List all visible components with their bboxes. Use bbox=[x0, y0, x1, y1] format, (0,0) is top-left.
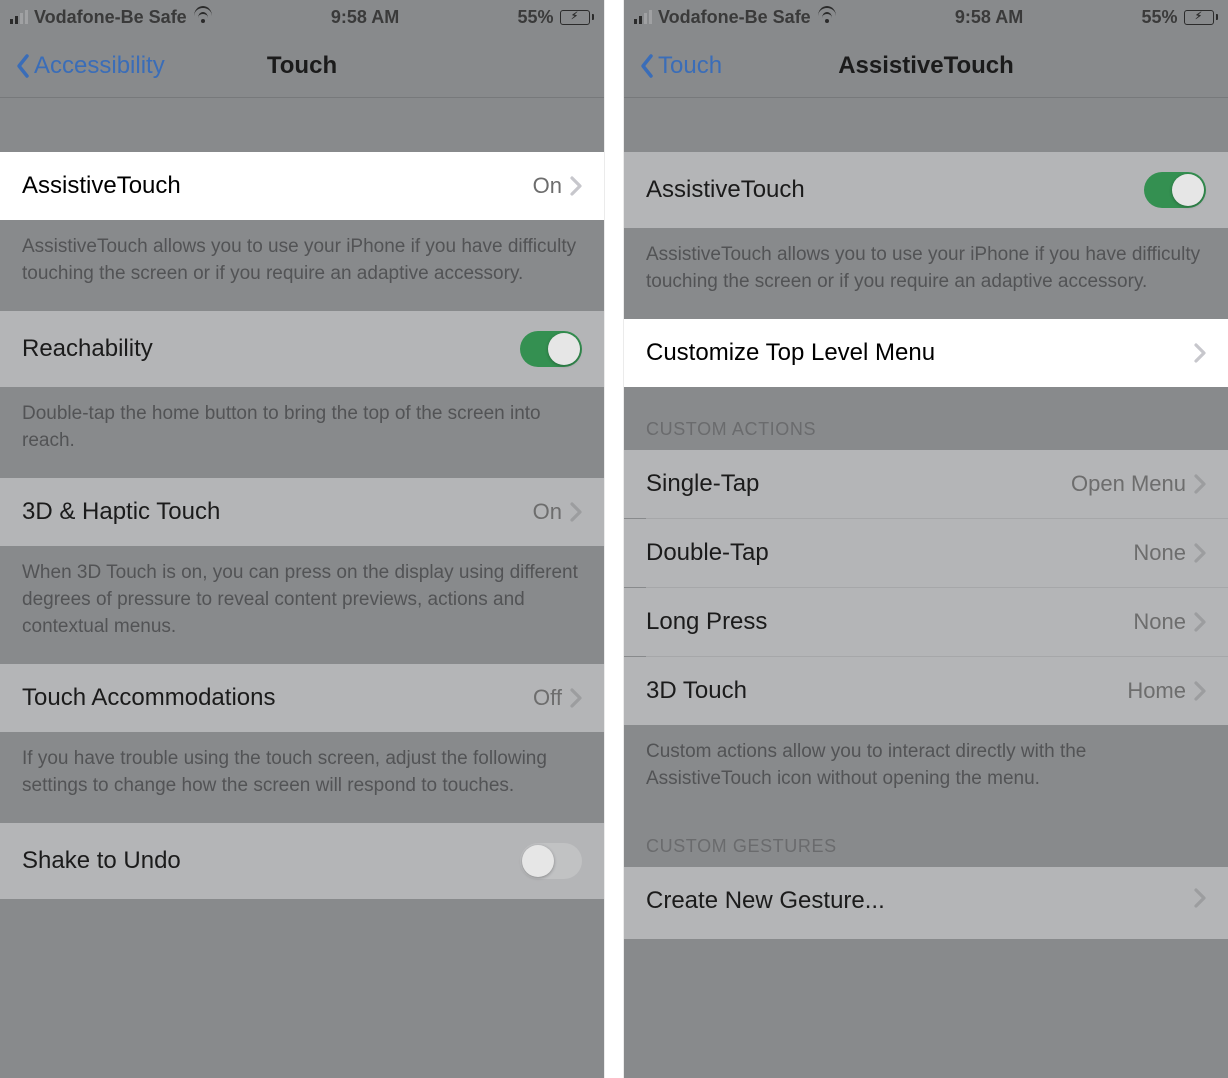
signal-icon bbox=[10, 10, 28, 24]
chevron-right-icon bbox=[1194, 542, 1206, 564]
carrier-label: Vodafone-Be Safe bbox=[658, 7, 811, 28]
clock: 9:58 AM bbox=[955, 7, 1023, 28]
row-shake-to-undo[interactable]: Shake to Undo bbox=[0, 823, 604, 899]
chevron-left-icon bbox=[14, 52, 32, 80]
back-label: Touch bbox=[658, 52, 722, 80]
row-label: Double-Tap bbox=[646, 539, 769, 567]
section-header-custom-actions: CUSTOM ACTIONS bbox=[624, 387, 1228, 450]
row-create-new-gesture[interactable]: Create New Gesture... bbox=[624, 867, 1228, 939]
nav-title: AssistiveTouch bbox=[838, 52, 1014, 80]
wifi-icon bbox=[193, 10, 213, 24]
row-value: None bbox=[1133, 540, 1186, 566]
back-label: Accessibility bbox=[34, 52, 165, 80]
chevron-right-icon bbox=[1194, 887, 1206, 909]
row-double-tap[interactable]: Double-Tap None bbox=[624, 519, 1228, 587]
footer-custom-actions: Custom actions allow you to interact dir… bbox=[624, 725, 1228, 816]
row-reachability[interactable]: Reachability bbox=[0, 311, 604, 387]
chevron-right-icon bbox=[570, 175, 582, 197]
footer-touch-accommodations: If you have trouble using the touch scre… bbox=[0, 732, 604, 823]
row-label: AssistiveTouch bbox=[22, 172, 181, 200]
row-3d-haptic[interactable]: 3D & Haptic Touch On bbox=[0, 478, 604, 546]
row-label: Shake to Undo bbox=[22, 847, 181, 875]
row-value: Off bbox=[533, 685, 562, 711]
carrier-label: Vodafone-Be Safe bbox=[34, 7, 187, 28]
battery-icon: ⚡︎ bbox=[1184, 10, 1219, 25]
nav-title: Touch bbox=[267, 52, 337, 80]
wifi-icon bbox=[817, 10, 837, 24]
nav-bar: Touch AssistiveTouch bbox=[624, 34, 1228, 98]
clock: 9:58 AM bbox=[331, 7, 399, 28]
chevron-right-icon bbox=[1194, 342, 1206, 364]
chevron-right-icon bbox=[1194, 680, 1206, 702]
section-header-custom-gestures: CUSTOM GESTURES bbox=[624, 816, 1228, 867]
battery-icon: ⚡︎ bbox=[560, 10, 595, 25]
shake-toggle[interactable] bbox=[520, 843, 582, 879]
row-value: On bbox=[533, 499, 562, 525]
row-label: Reachability bbox=[22, 335, 153, 363]
chevron-right-icon bbox=[570, 687, 582, 709]
footer-reachability: Double-tap the home button to bring the … bbox=[0, 387, 604, 478]
row-assistivetouch[interactable]: AssistiveTouch On bbox=[0, 152, 604, 220]
row-label: Long Press bbox=[646, 608, 767, 636]
row-assistivetouch-toggle[interactable]: AssistiveTouch bbox=[624, 152, 1228, 228]
chevron-left-icon bbox=[638, 52, 656, 80]
row-label: Touch Accommodations bbox=[22, 684, 275, 712]
signal-icon bbox=[634, 10, 652, 24]
footer-3d-haptic: When 3D Touch is on, you can press on th… bbox=[0, 546, 604, 664]
chevron-right-icon bbox=[570, 501, 582, 523]
row-3d-touch[interactable]: 3D Touch Home bbox=[624, 657, 1228, 725]
status-bar: Vodafone-Be Safe 9:58 AM 55% ⚡︎ bbox=[0, 0, 604, 34]
row-long-press[interactable]: Long Press None bbox=[624, 588, 1228, 656]
assistivetouch-toggle[interactable] bbox=[1144, 172, 1206, 208]
row-value: Open Menu bbox=[1071, 471, 1186, 497]
screenshot-assistivetouch-settings: Vodafone-Be Safe 9:58 AM 55% ⚡︎ Touch As… bbox=[624, 0, 1228, 1078]
battery-percent: 55% bbox=[1141, 7, 1177, 28]
reachability-toggle[interactable] bbox=[520, 331, 582, 367]
row-label: Single-Tap bbox=[646, 470, 759, 498]
row-customize-top-level-menu[interactable]: Customize Top Level Menu bbox=[624, 319, 1228, 387]
row-label: Customize Top Level Menu bbox=[646, 339, 935, 367]
back-button[interactable]: Touch bbox=[638, 52, 722, 80]
row-value: On bbox=[533, 173, 562, 199]
footer-assistivetouch: AssistiveTouch allows you to use your iP… bbox=[0, 220, 604, 311]
status-bar: Vodafone-Be Safe 9:58 AM 55% ⚡︎ bbox=[624, 0, 1228, 34]
chevron-right-icon bbox=[1194, 611, 1206, 633]
row-value: Home bbox=[1127, 678, 1186, 704]
row-single-tap[interactable]: Single-Tap Open Menu bbox=[624, 450, 1228, 518]
nav-bar: Accessibility Touch bbox=[0, 34, 604, 98]
row-label: AssistiveTouch bbox=[646, 176, 805, 204]
footer-assistivetouch: AssistiveTouch allows you to use your iP… bbox=[624, 228, 1228, 319]
chevron-right-icon bbox=[1194, 473, 1206, 495]
row-label: 3D & Haptic Touch bbox=[22, 498, 220, 526]
screenshot-touch-settings: Vodafone-Be Safe 9:58 AM 55% ⚡︎ Accessib… bbox=[0, 0, 604, 1078]
battery-percent: 55% bbox=[517, 7, 553, 28]
back-button[interactable]: Accessibility bbox=[14, 52, 165, 80]
row-touch-accommodations[interactable]: Touch Accommodations Off bbox=[0, 664, 604, 732]
row-label: 3D Touch bbox=[646, 677, 747, 705]
row-label: Create New Gesture... bbox=[646, 887, 885, 915]
row-value: None bbox=[1133, 609, 1186, 635]
